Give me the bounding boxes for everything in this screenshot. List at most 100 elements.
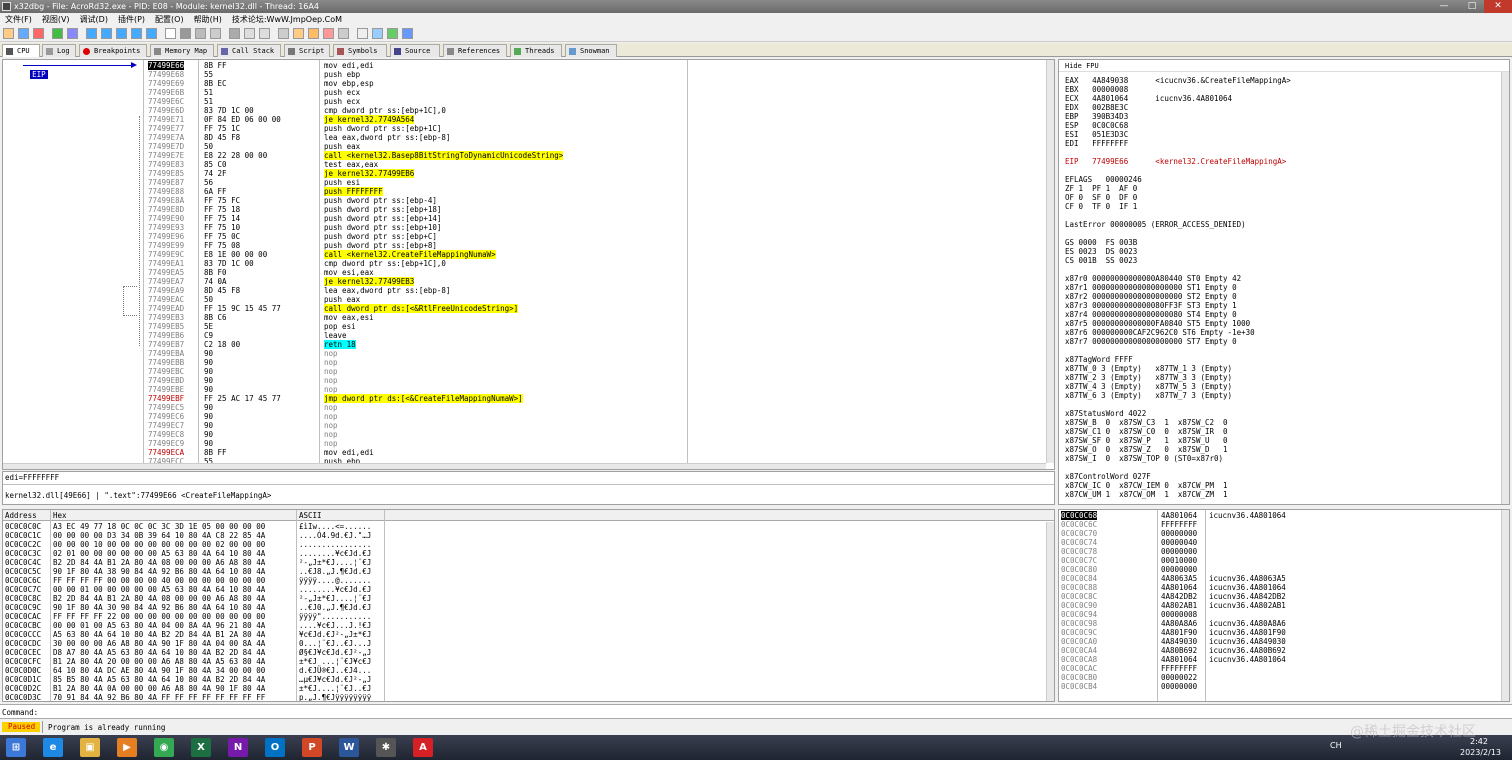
close-debuggee-icon[interactable]	[33, 28, 44, 39]
dump-row[interactable]: 0C0C0C8C B2 2D 84 4A B1 2A 80 4A 08 00 00…	[3, 594, 1043, 603]
stack-row[interactable]: 0C0C0C90 4A802AB1 icucnv36.4A802AB1	[1059, 601, 1499, 610]
dump-row[interactable]: 0C0C0CEC D8 A7 80 4A A5 63 80 4A 64 10 80…	[3, 648, 1043, 657]
dump-scrollbar[interactable]	[1046, 522, 1054, 701]
dump-row[interactable]: 0C0C0CBC 00 00 01 00 A5 63 80 4A 04 00 8A…	[3, 621, 1043, 630]
dump-header-address[interactable]: Address	[5, 511, 37, 520]
stack-row[interactable]: 0C0C0C98 4A80A8A6 icucnv36.4A80A8A6	[1059, 619, 1499, 628]
find-icon[interactable]	[244, 28, 255, 39]
register-line[interactable]: EBX 00000008	[1065, 85, 1128, 94]
disassembly-row[interactable]: 77499E6B 51 push ecx	[144, 88, 1044, 97]
disassembly-row[interactable]: 77499E7A 8D 45 F8 lea eax,dword ptr ss:[eb…	[144, 133, 1044, 142]
menu-debug[interactable]: 调试(D)	[75, 15, 113, 24]
disassembly-row[interactable]: 77499E6C 51 push ecx	[144, 97, 1044, 106]
register-line[interactable]: x87r2 00000000000000000000 ST2 Empty 0	[1065, 292, 1237, 301]
stack-row[interactable]: 0C0C0C8C 4A842DB2 icucnv36.4A842DB2	[1059, 592, 1499, 601]
dump-row[interactable]: 0C0C0D2C B1 2A 80 4A 0A 00 00 00 A6 A8 80…	[3, 684, 1043, 693]
stack-row[interactable]: 0C0C0C78 00000000	[1059, 547, 1499, 556]
disassembly-row[interactable]: 77499E96 FF 75 0C push dword ptr ss:[ebp+C…	[144, 232, 1044, 241]
register-line[interactable]: x87ControlWord 027F	[1065, 472, 1151, 481]
disassembly-row[interactable]: 77499EB6 C9 leave	[144, 331, 1044, 340]
restart-icon[interactable]	[18, 28, 29, 39]
dump-row[interactable]: 0C0C0C5C 90 1F 80 4A 38 90 84 4A 92 B6 80…	[3, 567, 1043, 576]
register-line[interactable]: x87TW_0 3 (Empty) x87TW_1 3 (Empty)	[1065, 364, 1232, 373]
register-line[interactable]: ESP 0C0C0C68	[1065, 121, 1128, 130]
stack-row[interactable]: 0C0C0CAC FFFFFFFF	[1059, 664, 1499, 673]
register-line[interactable]: x87r4 00000000000000000080 ST4 Empty 0	[1065, 310, 1237, 319]
disassembly-row[interactable]: 77499E90 FF 75 14 push dword ptr ss:[ebp+1…	[144, 214, 1044, 223]
patch-icon[interactable]	[210, 28, 221, 39]
dump-row[interactable]: 0C0C0CFC B1 2A 80 4A 20 00 00 00 A6 A8 80…	[3, 657, 1043, 666]
tab-call-stack[interactable]: Call Stack	[217, 44, 281, 57]
register-line[interactable]: x87TW_4 3 (Empty) x87TW_5 3 (Empty)	[1065, 382, 1232, 391]
register-line[interactable]: x87r7 00000000000000000000 ST7 Empty 0	[1065, 337, 1237, 346]
register-line[interactable]: x87SW_C1 0 x87SW_C0 0 x87SW_IR 0	[1065, 427, 1228, 436]
register-line[interactable]: EBP 390B34D3	[1065, 112, 1128, 121]
settings-icon[interactable]	[372, 28, 383, 39]
disassembly-row[interactable]: 77499EBD 90 nop	[144, 376, 1044, 385]
execute-till-return-icon[interactable]	[146, 28, 157, 39]
memory-icon[interactable]	[180, 28, 191, 39]
stack-view[interactable]: 0C0C0C68 4A801064 icucnv36.4A801064 0C0C0C6…	[1058, 509, 1510, 702]
dump-row[interactable]: 0C0C0CDC 30 00 00 00 A6 A8 80 4A 90 1F 80…	[3, 639, 1043, 648]
disassembly-row[interactable]: 77499EC5 90 nop	[144, 403, 1044, 412]
disassembly-row[interactable]: 77499EBC 90 nop	[144, 367, 1044, 376]
register-line[interactable]: x87r6 000000000CAF2C962C0 ST6 Empty -1e+…	[1065, 328, 1255, 337]
close-button[interactable]: ✕	[1484, 0, 1512, 13]
register-line[interactable]: CF 0 TF 0 IF 1	[1065, 202, 1137, 211]
tab-script[interactable]: Script	[284, 44, 330, 57]
dump-row[interactable]: 0C0C0CAC FF FF FF FF 22 00 00 00 00 00 00…	[3, 612, 1043, 621]
ie-icon[interactable]: e	[43, 738, 63, 757]
disassembly-row[interactable]: 77499EB7 C2 18 00 retn 18	[144, 340, 1044, 349]
stack-row[interactable]: 0C0C0C9C 4A801F90 icucnv36.4A801F90	[1059, 628, 1499, 637]
graph-icon[interactable]	[229, 28, 240, 39]
onenote-icon[interactable]: N	[228, 738, 248, 757]
dump-row[interactable]: 0C0C0C0C A3 EC 49 77 18 0C 0C 0C 3C 3D 1E…	[3, 522, 1043, 531]
excel-icon[interactable]: X	[191, 738, 211, 757]
register-line[interactable]: EDX 002B8E3C	[1065, 103, 1128, 112]
register-line[interactable]: ES 0023 DS 0023	[1065, 247, 1137, 256]
menu-options[interactable]: 配置(O)	[150, 15, 189, 24]
media-player-icon[interactable]: ▶	[117, 738, 137, 757]
tab-threads[interactable]: Threads	[510, 44, 562, 57]
comments-icon[interactable]	[293, 28, 304, 39]
register-line[interactable]: x87r1 00000000000000000000 ST1 Empty 0	[1065, 283, 1237, 292]
register-line[interactable]: x87SW_SF 0 x87SW_P 1 x87SW_U 0	[1065, 436, 1228, 445]
dump-row[interactable]: 0C0C0C9C 90 1F 80 4A 30 90 84 4A 92 B6 80…	[3, 603, 1043, 612]
chrome-icon[interactable]: ◉	[154, 738, 174, 757]
bookmarks-icon[interactable]	[323, 28, 334, 39]
register-line[interactable]: x87CW_IC 0 x87CW_IEM 0 x87CW_PM 1	[1065, 481, 1228, 490]
disassembly-view[interactable]: EIP 77499E66 8B FF mov edi,edi 77499E68 55 pu…	[2, 59, 1055, 470]
stack-row[interactable]: 0C0C0C94 00000008	[1059, 610, 1499, 619]
dump-row[interactable]: 0C0C0D1C 85 B5 80 4A A5 63 80 4A 64 10 80…	[3, 675, 1043, 684]
dump-row[interactable]: 0C0C0C7C 00 00 01 00 00 00 00 00 A5 63 80…	[3, 585, 1043, 594]
disassembly-row[interactable]: 77499E87 56 push esi	[144, 178, 1044, 187]
register-line[interactable]: x87TW_2 3 (Empty) x87TW_3 3 (Empty)	[1065, 373, 1232, 382]
stack-row[interactable]: 0C0C0CB4 00000000	[1059, 682, 1499, 691]
disassembly-row[interactable]: 77499EAC 50 push eax	[144, 295, 1044, 304]
trace-over-icon[interactable]	[131, 28, 142, 39]
stack-scrollbar[interactable]	[1501, 510, 1509, 701]
handles-icon[interactable]	[195, 28, 206, 39]
stack-row[interactable]: 0C0C0C68 4A801064 icucnv36.4A801064	[1059, 511, 1499, 520]
menu-forum[interactable]: 技术论坛:WwW.JmpOep.CoM	[227, 15, 347, 24]
register-line[interactable]: x87SW_B 0 x87SW_C3 1 x87SW_C2 0	[1065, 418, 1228, 427]
disassembly-row[interactable]: 77499EB3 8B C6 mov eax,esi	[144, 313, 1044, 322]
pause-icon[interactable]	[67, 28, 78, 39]
dump-header-ascii[interactable]: ASCII	[299, 511, 322, 520]
disassembly-row[interactable]: 77499EBE 90 nop	[144, 385, 1044, 394]
stack-row[interactable]: 0C0C0CB0 00000022	[1059, 673, 1499, 682]
disassembly-row[interactable]: 77499EBA 90 nop	[144, 349, 1044, 358]
register-line[interactable]: x87r0 00000000000000A80440 ST0 Empty 42	[1065, 274, 1241, 283]
dump-row[interactable]: 0C0C0C3C 02 01 00 00 00 00 00 00 A5 63 80…	[3, 549, 1043, 558]
step-into-icon[interactable]	[86, 28, 97, 39]
dump-row[interactable]: 0C0C0D0C 64 10 80 4A DC AE 80 4A 90 1F 80…	[3, 666, 1043, 675]
register-line[interactable]: x87CW_UM 1 x87CW_OM 1 x87CW_ZM 1	[1065, 490, 1228, 499]
dump-header-hex[interactable]: Hex	[53, 511, 67, 520]
x32dbg-icon[interactable]: ✱	[376, 738, 396, 757]
tab-references[interactable]: References	[443, 44, 507, 57]
outlook-icon[interactable]: O	[265, 738, 285, 757]
disassembly-row[interactable]: 77499E6D 83 7D 1C 00 cmp dword ptr ss:[ebp…	[144, 106, 1044, 115]
maximize-button[interactable]: □	[1458, 0, 1486, 13]
tab-breakpoints[interactable]: Breakpoints	[79, 44, 147, 57]
register-line[interactable]: ESI 051E3D3C	[1065, 130, 1128, 139]
